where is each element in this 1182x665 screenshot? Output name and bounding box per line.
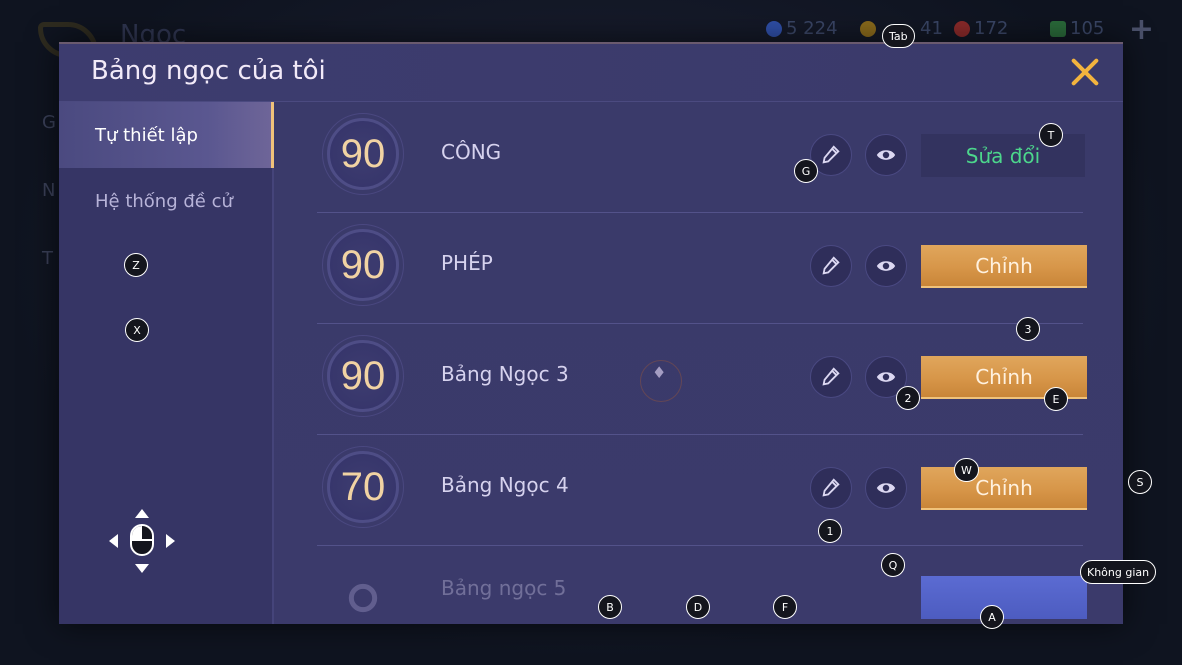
rename-button[interactable] [810, 467, 852, 509]
rune-page-row: 90 Bảng Ngọc 3 Chỉnh [317, 324, 1087, 435]
rune-page-list: 90 CÔNG Sửa đổi 90 PHÉP Chỉnh 90 Bảng Ng… [317, 102, 1087, 624]
eye-icon [876, 261, 896, 271]
rune-page-name: Bảng Ngọc 3 [441, 362, 569, 386]
key-hint: D [686, 595, 710, 619]
loading-spinner-icon [640, 360, 682, 402]
level-emblem: 70 [322, 446, 404, 528]
modal-title: Bảng ngọc của tôi [91, 56, 326, 86]
key-hint: Không gian [1080, 560, 1157, 584]
add-currency-button[interactable]: + [1129, 12, 1154, 47]
preview-button[interactable] [865, 245, 907, 287]
eye-icon [876, 150, 896, 160]
tab-recommended[interactable]: Hệ thống đề cử [59, 168, 274, 234]
level-emblem: 90 [322, 335, 404, 417]
tab-label: Hệ thống đề cử [95, 190, 233, 212]
key-hint: Q [881, 553, 905, 577]
close-icon[interactable] [1069, 56, 1101, 88]
rename-button[interactable] [810, 245, 852, 287]
adjust-button[interactable]: Chỉnh [921, 467, 1087, 510]
pencil-icon [822, 256, 840, 275]
pencil-icon [822, 367, 840, 386]
eye-icon [876, 483, 896, 493]
key-hint: S [1128, 470, 1152, 494]
rune-page-row: 70 Bảng Ngọc 4 Chỉnh [317, 435, 1087, 546]
key-hint: Z [124, 253, 148, 277]
tab-custom[interactable]: Tự thiết lập [59, 102, 274, 168]
key-hint: Tab [882, 24, 915, 48]
key-hint: B [598, 595, 622, 619]
rune-page-name: Bảng ngọc 5 [441, 576, 567, 600]
pencil-icon [822, 478, 840, 497]
key-hint: 1 [818, 519, 842, 543]
level-emblem: 90 [322, 113, 404, 195]
preview-button[interactable] [865, 467, 907, 509]
pencil-icon [822, 145, 840, 164]
rune-pages-modal: Bảng ngọc của tôi Tự thiết lập Hệ thống … [59, 42, 1123, 624]
key-hint: W [954, 458, 979, 482]
rune-page-name: Bảng Ngọc 4 [441, 473, 569, 497]
preview-button[interactable] [865, 134, 907, 176]
gold-coin-icon [860, 20, 876, 37]
bg-side-letter: G [42, 112, 56, 133]
bg-side-letter: T [42, 248, 53, 269]
green-voucher-icon [1050, 20, 1066, 37]
key-hint: G [794, 159, 818, 183]
red-gem-icon [954, 20, 970, 37]
adjust-button[interactable]: Chỉnh [921, 245, 1087, 288]
key-hint: A [980, 605, 1004, 629]
modal-header: Bảng ngọc của tôi [59, 44, 1123, 102]
blue-gem-icon [766, 20, 782, 37]
hud-green-voucher: 105 [1050, 18, 1104, 39]
eye-icon [876, 372, 896, 382]
bg-side-letter: N [42, 180, 56, 201]
rune-page-name: PHÉP [441, 251, 493, 275]
key-hint: E [1044, 387, 1068, 411]
rename-button[interactable] [810, 356, 852, 398]
hud-red-gem: 172 [954, 18, 1008, 39]
rune-page-name: CÔNG [441, 140, 502, 164]
key-hint: T [1039, 123, 1063, 147]
key-hint: F [773, 595, 797, 619]
level-emblem: 90 [322, 224, 404, 306]
lock-icon [327, 562, 399, 624]
rune-page-row: 90 CÔNG Sửa đổi [317, 102, 1085, 213]
hud-blue-gem: 5 224 [766, 18, 838, 39]
mouse-dpad-icon [106, 506, 178, 578]
key-hint: 3 [1016, 317, 1040, 341]
key-hint: X [125, 318, 149, 342]
unlock-button[interactable] [921, 576, 1087, 619]
tab-label: Tự thiết lập [95, 124, 198, 146]
key-hint: 2 [896, 386, 920, 410]
rune-page-row: 90 PHÉP Chỉnh [317, 213, 1087, 324]
